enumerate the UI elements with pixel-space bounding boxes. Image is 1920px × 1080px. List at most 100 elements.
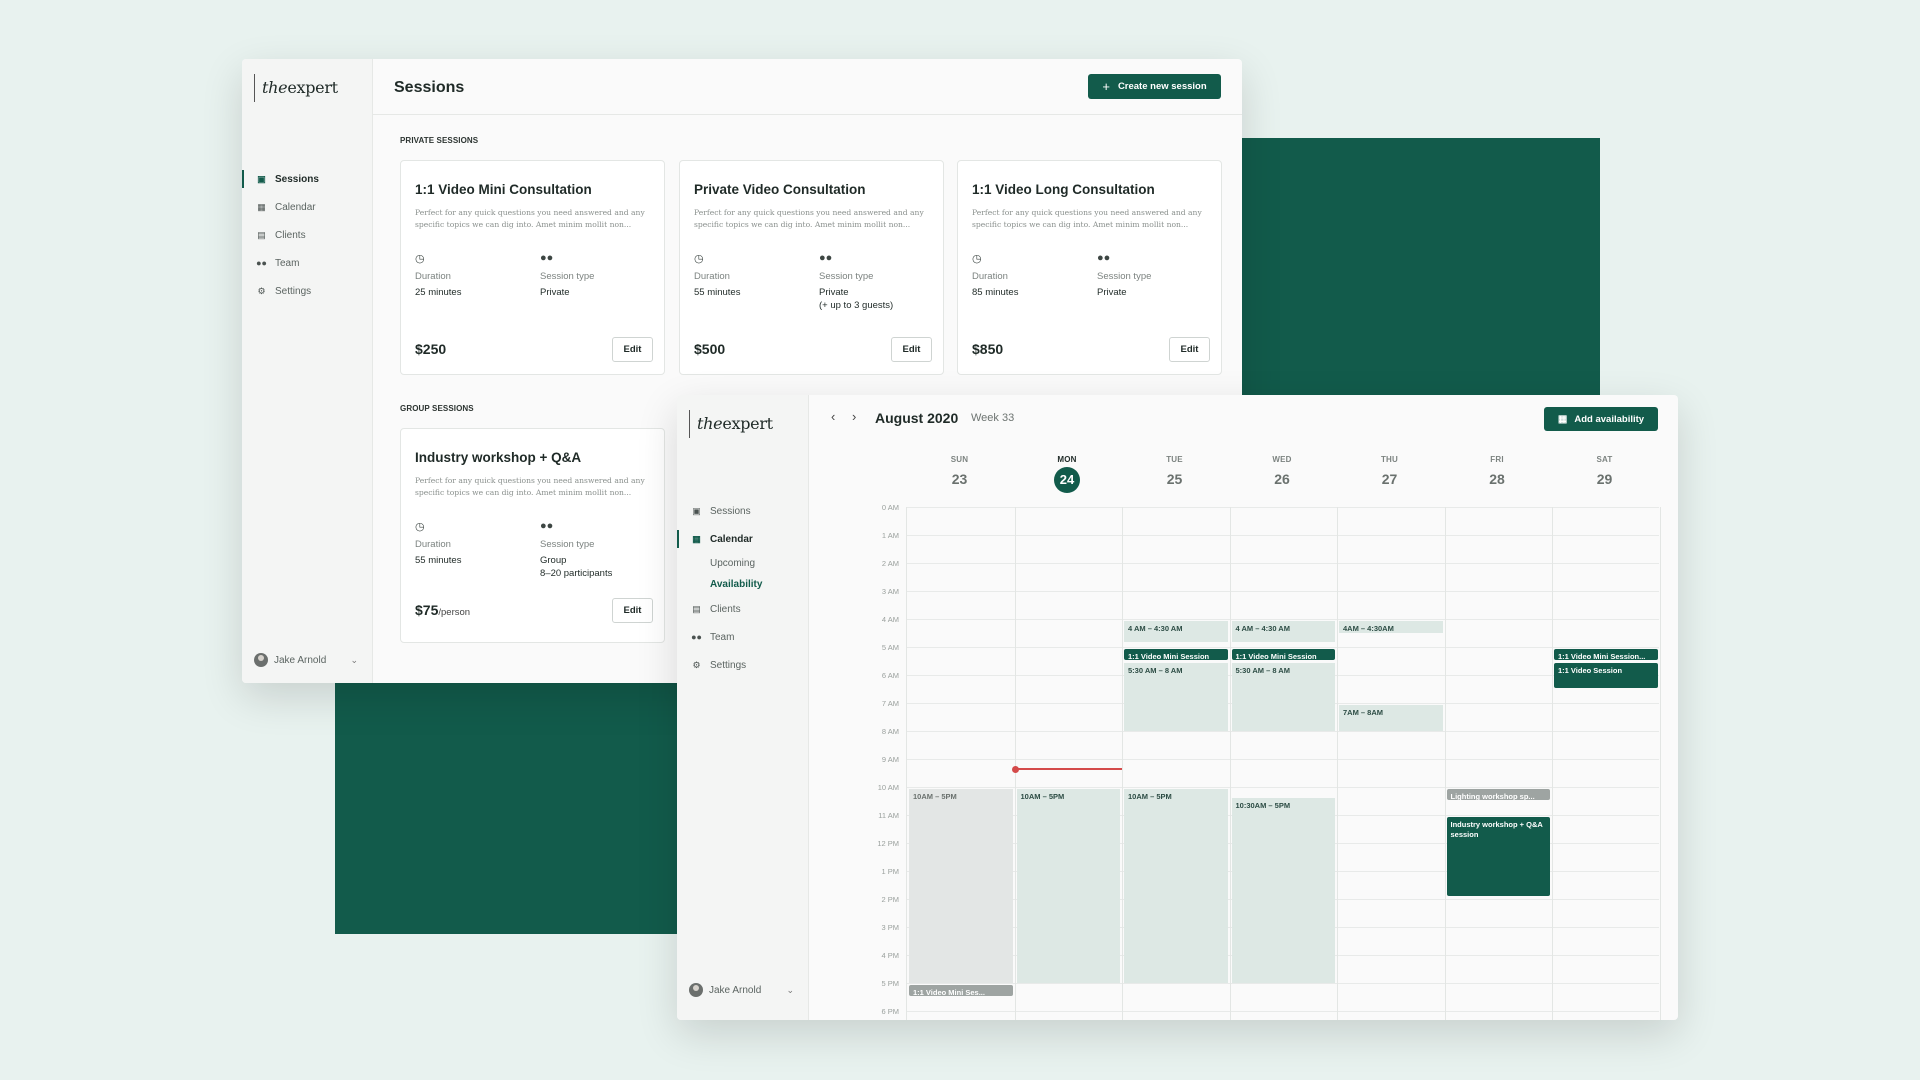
edit-button[interactable]: Edit xyxy=(612,598,653,623)
sidebar-item-sessions[interactable]: ▣ Sessions xyxy=(242,165,372,193)
duration-meta: ◷ Duration 25 minutes xyxy=(415,252,461,299)
calendar-event[interactable]: 1:1 Video Mini Ses... xyxy=(909,985,1013,996)
availability-block[interactable]: 10AM – 5PM xyxy=(1124,789,1228,983)
hour-gridline xyxy=(907,731,1659,732)
session-type-label: Session type xyxy=(540,271,595,282)
sidebar-item-label: Sessions xyxy=(710,505,751,517)
logo: theexpert xyxy=(689,410,773,438)
availability-block[interactable]: 4 AM – 4:30 AM xyxy=(1124,621,1228,643)
hour-gridline xyxy=(907,535,1659,536)
availability-block[interactable]: 5:30 AM – 8 AM xyxy=(1231,663,1335,731)
day-header[interactable]: SAT 29 xyxy=(1551,455,1658,487)
hour-label: 10 AM xyxy=(877,783,899,792)
calendar-event[interactable]: Lighting workshop sp... xyxy=(1446,789,1550,800)
day-name: SAT xyxy=(1596,455,1613,464)
hour-label: 8 AM xyxy=(881,727,899,736)
hour-label: 1 AM xyxy=(881,531,899,540)
duration-value: 55 minutes xyxy=(694,287,741,298)
create-session-label: Create new session xyxy=(1117,81,1207,92)
create-session-button[interactable]: + Create new session xyxy=(1088,74,1221,99)
day-header[interactable]: MON 24 xyxy=(1014,455,1121,493)
sidebar-item-sessions[interactable]: ▣ Sessions xyxy=(677,497,808,525)
availability-block[interactable]: 4AM – 4:30AM xyxy=(1339,621,1443,633)
availability-block[interactable]: 10AM – 5PM xyxy=(909,789,1013,983)
day-name: THU xyxy=(1380,455,1399,464)
availability-block[interactable]: 7AM – 8AM xyxy=(1339,705,1443,731)
sidebar-item-label: Team xyxy=(275,257,300,269)
day-header[interactable]: FRI 28 xyxy=(1444,455,1551,487)
sidebar-item-clients[interactable]: ▤ Clients xyxy=(242,221,372,249)
session-type-label: Session type xyxy=(1097,271,1152,282)
price-value: $850 xyxy=(972,341,1004,357)
edit-button[interactable]: Edit xyxy=(1169,337,1210,362)
calendar-event[interactable]: 1:1 Video Mini Session xyxy=(1124,649,1228,660)
group-sessions-heading: GROUP SESSIONS xyxy=(400,404,474,413)
sidebar-item-clients[interactable]: ▤ Clients xyxy=(677,595,808,623)
price-value: $75 xyxy=(415,602,439,618)
sidebar-item-team[interactable]: ●● Team xyxy=(677,623,808,651)
duration-label: Duration xyxy=(972,271,1008,282)
day-header[interactable]: WED 26 xyxy=(1229,455,1336,487)
hour-gridline xyxy=(907,591,1659,592)
add-availability-button[interactable]: ▦ Add availability xyxy=(1544,407,1658,431)
prev-week-button[interactable]: ‹ xyxy=(831,409,835,424)
duration-value: 85 minutes xyxy=(972,287,1019,298)
hour-gridline xyxy=(907,563,1659,564)
user-menu[interactable]: Jake Arnold ⌄ xyxy=(254,653,358,667)
day-header[interactable]: THU 27 xyxy=(1336,455,1443,487)
sidebar-item-calendar[interactable]: ▦ Calendar xyxy=(677,525,808,553)
current-time-line xyxy=(1014,768,1122,771)
page-title: Sessions xyxy=(394,79,465,96)
availability-block[interactable]: 10:30AM – 5PM xyxy=(1231,798,1335,983)
duration-value: 25 minutes xyxy=(415,287,462,298)
hour-label: 5 AM xyxy=(881,643,899,652)
calendar-icon: ▦ xyxy=(257,201,266,212)
day-header[interactable]: TUE 25 xyxy=(1121,455,1228,487)
chevron-down-icon: ⌄ xyxy=(786,984,794,995)
sidebar-item-settings[interactable]: ⚙ Settings xyxy=(677,651,808,679)
day-header[interactable]: SUN 23 xyxy=(906,455,1013,487)
session-card: 1:1 Video Mini Consultation Perfect for … xyxy=(400,160,665,375)
team-icon: ●● xyxy=(691,632,702,642)
user-menu[interactable]: Jake Arnold ⌄ xyxy=(689,983,794,997)
hour-gridline xyxy=(907,619,1659,620)
sidebar-subitem-availability[interactable]: Availability xyxy=(677,574,808,595)
session-description: Perfect for any quick questions you need… xyxy=(694,208,924,229)
session-type-meta: ●● Session type Private (+ up to 3 guest… xyxy=(819,252,893,312)
sidebar-item-label: Settings xyxy=(275,285,312,297)
availability-block[interactable]: 5:30 AM – 8 AM xyxy=(1124,663,1228,731)
sidebar-item-settings[interactable]: ⚙ Settings xyxy=(242,277,372,305)
sidebar-item-calendar[interactable]: ▦ Calendar xyxy=(242,193,372,221)
session-title: Industry workshop + Q&A xyxy=(415,450,582,465)
calendar-event[interactable]: 1:1 Video Mini Session... xyxy=(1554,649,1658,660)
user-name: Jake Arnold xyxy=(709,984,762,996)
session-type-value: Private xyxy=(540,287,570,298)
session-description: Perfect for any quick questions you need… xyxy=(415,208,645,229)
hour-label: 4 AM xyxy=(881,615,899,624)
calendar-event[interactable]: Industry workshop + Q&A session xyxy=(1446,817,1550,897)
clock-icon: ◷ xyxy=(415,253,425,265)
availability-block[interactable]: 10AM – 5PM xyxy=(1016,789,1120,983)
today-date: 24 xyxy=(1054,467,1080,493)
next-week-button[interactable]: › xyxy=(852,409,856,424)
sidebar-subitem-upcoming[interactable]: Upcoming xyxy=(677,553,808,574)
availability-block[interactable]: 4 AM – 4:30 AM xyxy=(1231,621,1335,643)
people-icon: ●● xyxy=(540,252,554,264)
day-name: SUN xyxy=(950,455,969,464)
day-date: 27 xyxy=(1381,471,1398,487)
duration-meta: ◷ Duration 55 minutes xyxy=(694,252,740,299)
day-date: 23 xyxy=(951,471,968,487)
hour-label: 1 PM xyxy=(881,867,899,876)
gear-icon: ⚙ xyxy=(257,285,266,296)
session-title: 1:1 Video Mini Consultation xyxy=(415,182,592,197)
session-type-meta: ●● Session type Group 8–20 participants xyxy=(540,520,612,580)
sidebar-item-label: Calendar xyxy=(275,201,316,213)
calendar-event[interactable]: 1:1 Video Mini Session xyxy=(1231,649,1335,660)
session-type-value: Private xyxy=(1097,287,1127,298)
sidebar-item-team[interactable]: ●● Team xyxy=(242,249,372,277)
session-description: Perfect for any quick questions you need… xyxy=(972,208,1202,229)
session-price: $75/person xyxy=(415,602,470,618)
edit-button[interactable]: Edit xyxy=(612,337,653,362)
edit-button[interactable]: Edit xyxy=(891,337,932,362)
calendar-event[interactable]: 1:1 Video Session xyxy=(1554,663,1658,688)
